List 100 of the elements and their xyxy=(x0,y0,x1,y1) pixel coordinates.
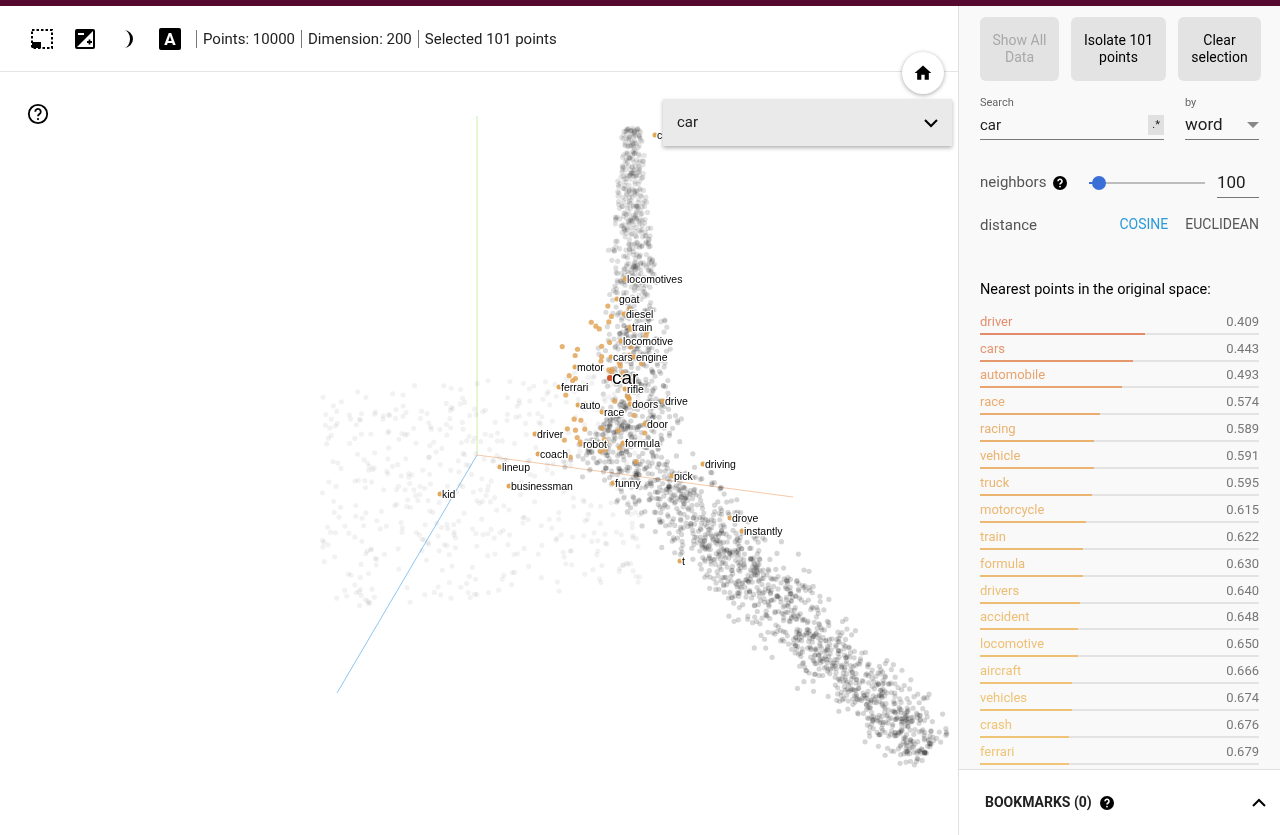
point-marker xyxy=(660,398,666,404)
by-select[interactable]: word xyxy=(1185,111,1259,140)
point-marker xyxy=(556,384,562,390)
point-label: c xyxy=(657,129,663,141)
neighbor-word[interactable]: locomotive xyxy=(980,636,1045,653)
point-marker xyxy=(506,483,512,489)
neighbor-distance: 0.409 xyxy=(1226,313,1259,330)
stats-text: Points: 10000 xyxy=(196,29,301,48)
neighbor-distance: 0.622 xyxy=(1226,528,1259,545)
point-marker xyxy=(622,276,628,282)
field-label: Search xyxy=(980,95,1015,111)
point-label: doors xyxy=(632,398,659,410)
point-label: pick xyxy=(674,470,693,482)
home-icon xyxy=(913,63,933,83)
dropdown-arrow-icon xyxy=(1247,122,1259,128)
neighbor-word[interactable]: automobile xyxy=(980,367,1046,384)
point-marker xyxy=(652,132,658,138)
distance-option[interactable]: EUCLIDEAN xyxy=(1185,214,1259,236)
neighbor-word[interactable]: ferrari xyxy=(980,743,1015,760)
neighbor-distance: 0.591 xyxy=(1226,448,1259,465)
field-label: by xyxy=(1185,95,1198,111)
point-marker xyxy=(677,558,683,564)
search-field[interactable]: car .* xyxy=(980,111,1164,140)
point-marker xyxy=(575,402,581,408)
neighbor-word[interactable]: drivers xyxy=(980,582,1020,599)
point-marker xyxy=(620,440,626,446)
point-marker xyxy=(618,338,624,344)
point-label: cars xyxy=(613,351,633,363)
neighbor-word[interactable]: truck xyxy=(980,475,1010,491)
regex-toggle[interactable]: .* xyxy=(1148,115,1164,135)
point-label: t xyxy=(682,555,685,567)
neighbor-distance: 0.443 xyxy=(1226,340,1259,357)
action-button[interactable]: Isolate 101 points xyxy=(1071,17,1166,81)
point-marker xyxy=(622,386,628,392)
neighbor-word[interactable]: vehicles xyxy=(980,690,1027,707)
point-marker xyxy=(727,515,733,521)
point-label: engine xyxy=(636,351,668,363)
point-marker xyxy=(700,461,706,467)
point-dropdown[interactable]: car xyxy=(663,99,952,146)
help-icon[interactable] xyxy=(27,103,49,125)
point-marker xyxy=(642,421,648,427)
neighbor-word[interactable]: vehicle xyxy=(980,448,1021,465)
point-label: coach xyxy=(540,448,569,460)
help-icon[interactable] xyxy=(1099,795,1114,810)
point-label: robot xyxy=(583,438,607,450)
help-icon[interactable] xyxy=(1053,175,1068,190)
neighbor-distance: 0.589 xyxy=(1226,421,1259,438)
point-label: motor xyxy=(577,361,604,373)
chevron-down-icon xyxy=(924,117,938,128)
point-label: drove xyxy=(732,512,759,524)
point-label: drive xyxy=(665,395,688,407)
stats-text: Selected 101 points xyxy=(417,29,563,48)
neighbor-word[interactable]: race xyxy=(980,394,1005,411)
point-marker xyxy=(437,491,443,497)
neighbor-distance: 0.676 xyxy=(1226,717,1259,733)
point-marker xyxy=(599,409,605,415)
point-marker xyxy=(497,464,503,470)
point-label: funny xyxy=(615,477,641,489)
neighbor-word[interactable]: racing xyxy=(980,421,1016,438)
point-marker xyxy=(627,324,633,330)
bookmarks-title: BOOKMARKS (0) xyxy=(985,793,1092,812)
neighbor-word[interactable]: driver xyxy=(980,313,1013,330)
neighbor-word[interactable]: formula xyxy=(980,555,1026,572)
neighbor-distance: 0.574 xyxy=(1226,394,1259,411)
neighbor-word[interactable]: train xyxy=(980,528,1006,545)
action-button[interactable]: Clear selection xyxy=(1178,17,1261,81)
point-label: locomotives xyxy=(627,273,683,285)
neighbor-word[interactable]: accident xyxy=(980,609,1030,626)
neighbor-distance: 0.595 xyxy=(1226,475,1259,491)
point-label: race xyxy=(604,406,625,418)
point-marker xyxy=(608,354,614,360)
neighbor-word[interactable]: cars xyxy=(980,340,1005,357)
dropdown-value: car xyxy=(677,112,699,134)
chevron-up-icon[interactable] xyxy=(1252,797,1266,808)
point-marker xyxy=(739,528,745,534)
point-label: kid xyxy=(442,488,456,500)
home-button[interactable] xyxy=(902,52,944,94)
point-marker xyxy=(627,401,633,407)
point-marker xyxy=(631,354,637,360)
selection-icon[interactable] xyxy=(30,26,54,51)
neighbor-distance: 0.674 xyxy=(1226,690,1259,707)
neighbor-word[interactable]: crash xyxy=(980,717,1012,733)
neighbor-word[interactable]: aircraft xyxy=(980,663,1022,680)
point-marker xyxy=(532,431,538,437)
point-label: businessman xyxy=(511,480,573,492)
neighbor-distance: 0.648 xyxy=(1226,609,1259,626)
distance-option[interactable]: COSINE xyxy=(1119,214,1169,236)
neighbor-word[interactable]: motorcycle xyxy=(980,501,1045,518)
neighbor-distance: 0.666 xyxy=(1226,663,1259,680)
slider-thumb[interactable] xyxy=(1091,175,1106,190)
neighbor-distance: 0.650 xyxy=(1226,636,1259,653)
point-label: instantly xyxy=(744,525,783,537)
distance-label: distance xyxy=(980,214,1038,236)
neighbors-input[interactable]: 100 xyxy=(1217,167,1259,198)
label-toggle[interactable]: A xyxy=(159,27,181,50)
point-marker xyxy=(610,480,616,486)
point-label: door xyxy=(647,418,668,430)
point-label: driver xyxy=(537,428,564,440)
brightness-contrast-icon[interactable] xyxy=(73,26,97,51)
point-marker xyxy=(535,451,541,457)
